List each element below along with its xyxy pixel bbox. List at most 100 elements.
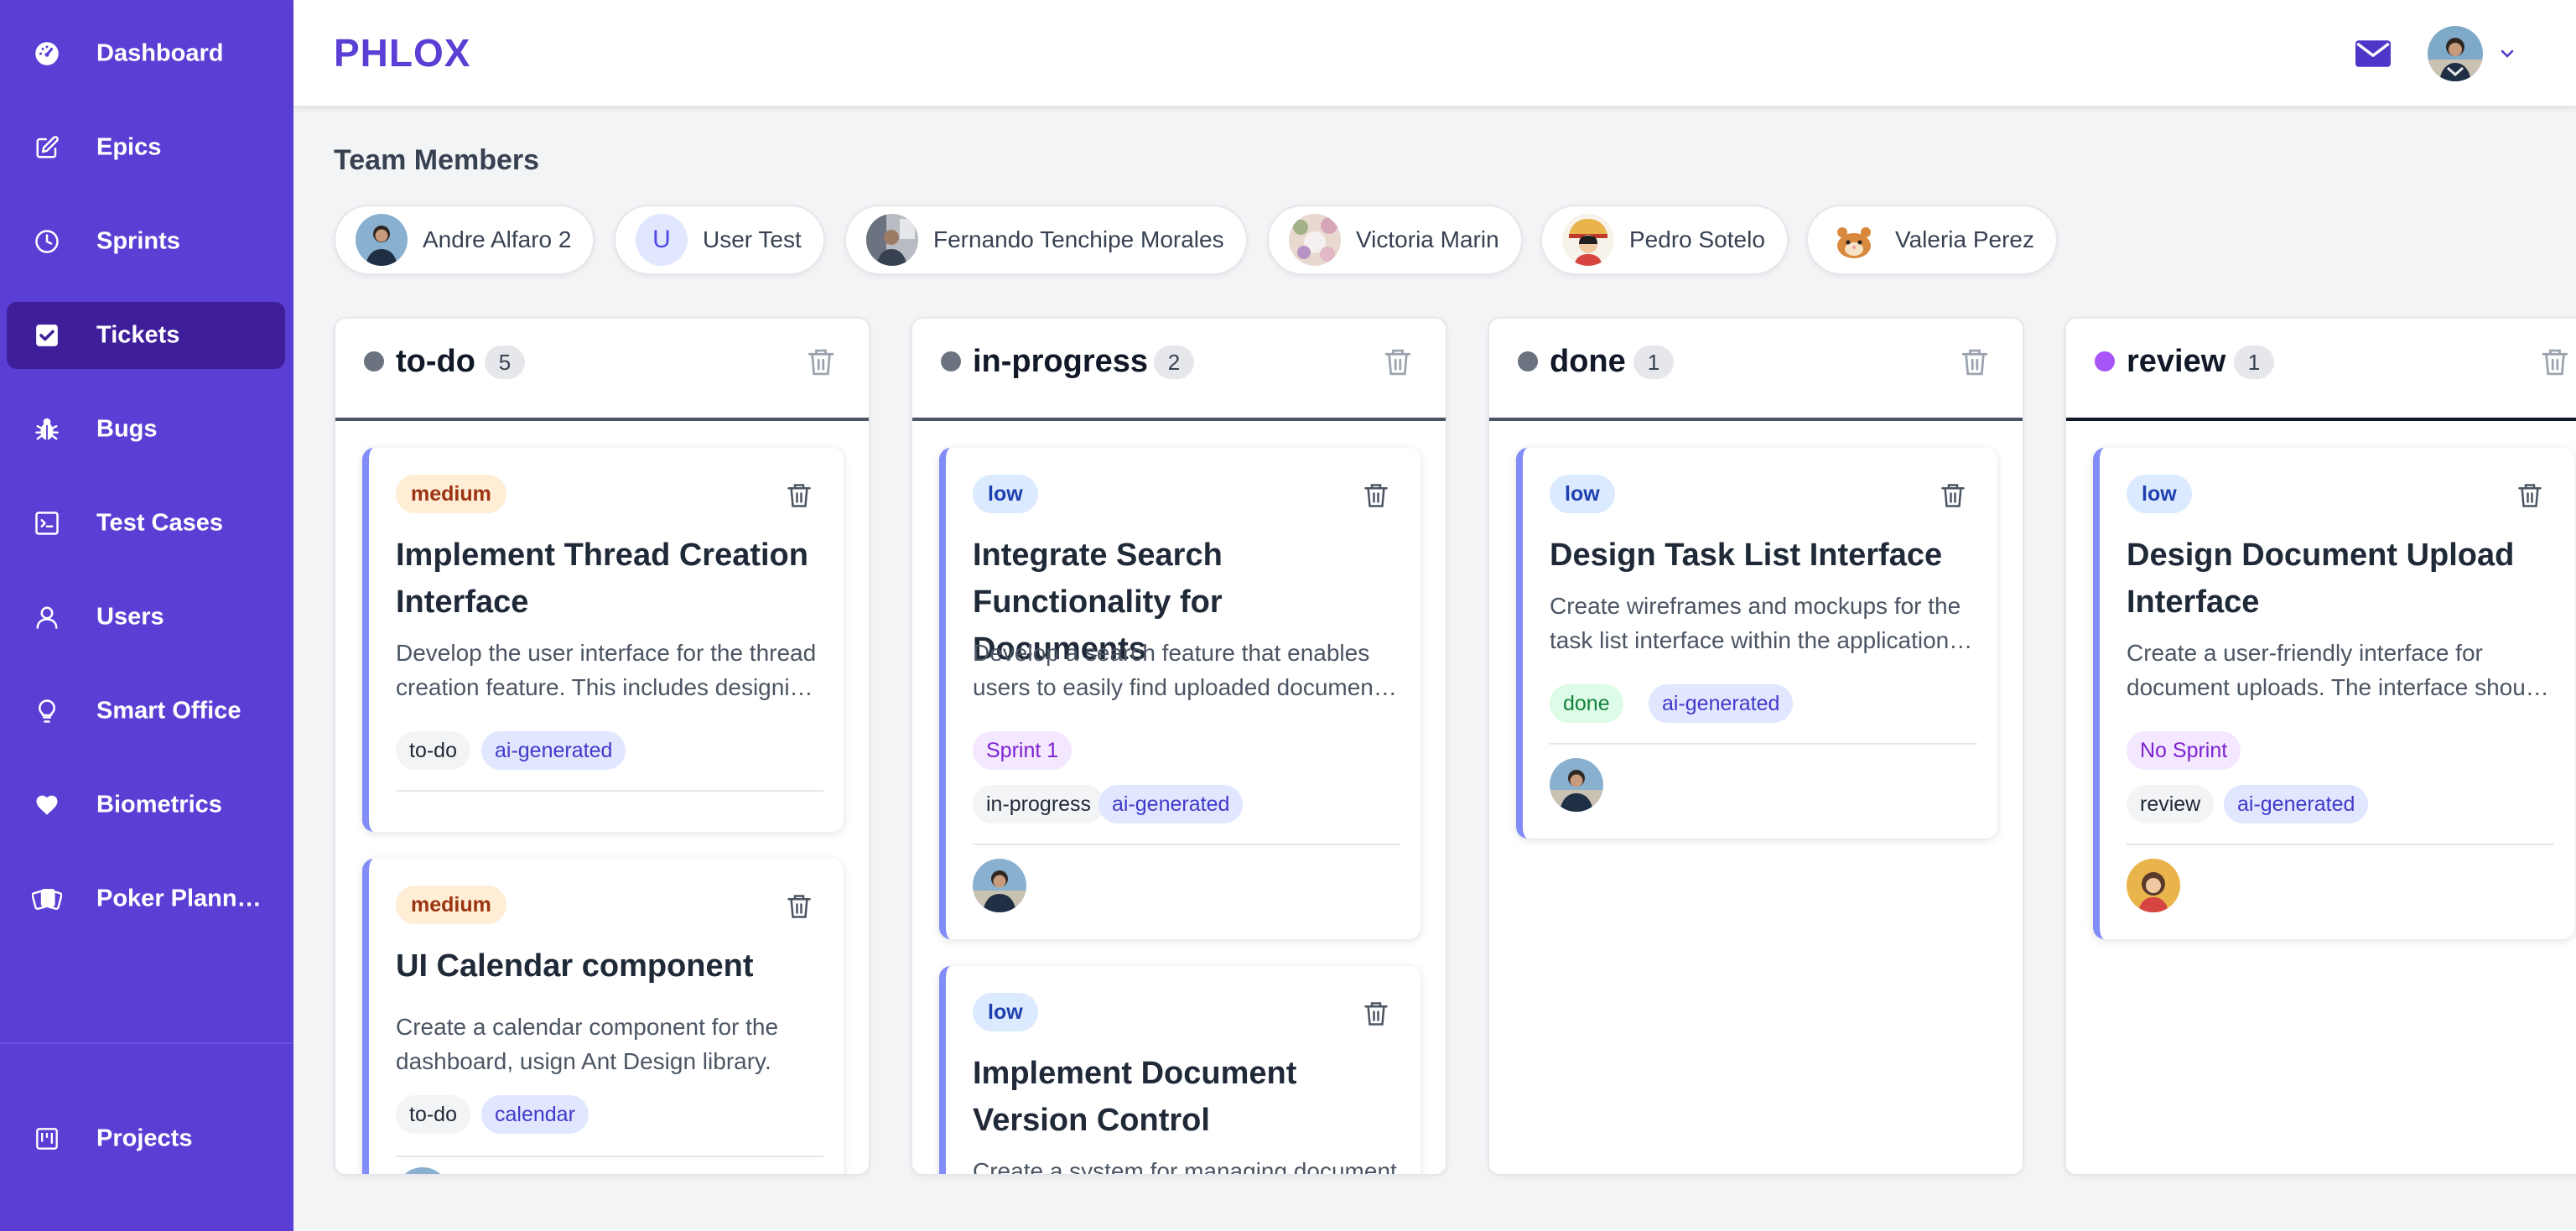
priority-badge: low	[973, 993, 1038, 1031]
priority-badge: medium	[396, 886, 506, 924]
ticket-card[interactable]: low Implement Document Version Control C…	[939, 966, 1420, 1176]
column-count-badge: 1	[2234, 345, 2274, 379]
column-count-badge: 1	[1633, 345, 1674, 379]
sidebar: Dashboard Epics Sprints Tickets Bugs Tes…	[0, 0, 293, 1231]
member-name: Pedro Sotelo	[1629, 226, 1765, 252]
sidebar-item-dashboard[interactable]: Dashboard	[7, 20, 285, 87]
dashboard-icon	[32, 39, 62, 69]
edit-icon	[32, 132, 62, 163]
column-count-badge: 2	[1154, 345, 1194, 379]
app-logo[interactable]: PHLOX	[334, 30, 470, 75]
priority-badge: low	[973, 475, 1038, 513]
sidebar-item-label: Epics	[96, 133, 162, 161]
avatar	[1289, 214, 1341, 266]
label-tag: ai-generated	[1649, 684, 1794, 723]
sidebar-item-label: Projects	[96, 1125, 193, 1152]
member-chip-victoria-marin[interactable]: Victoria Marin	[1267, 205, 1523, 275]
sidebar-divider	[0, 1042, 293, 1044]
trash-icon[interactable]	[807, 347, 835, 377]
column-header: in-progress 2	[912, 319, 1446, 421]
top-header: PHLOX	[293, 0, 2576, 107]
member-name: User Test	[703, 226, 802, 252]
member-chip-user-test[interactable]: U User Test	[614, 205, 825, 275]
label-tag: ai-generated	[481, 731, 626, 770]
trash-icon[interactable]	[1363, 481, 1389, 510]
ticket-title[interactable]: Design Task List Interface	[1550, 532, 1977, 579]
sidebar-item-biometrics[interactable]: Biometrics	[7, 771, 285, 839]
trash-icon[interactable]	[787, 481, 812, 510]
member-name: Andre Alfaro 2	[423, 226, 572, 252]
ticket-title[interactable]: UI Calendar component	[396, 943, 823, 989]
member-chip-valeria-perez[interactable]: Valeria Perez	[1806, 205, 2059, 275]
assignee-avatar[interactable]	[396, 1167, 449, 1174]
card-divider	[1550, 743, 1977, 745]
card-divider	[2127, 844, 2554, 845]
sidebar-item-test-cases[interactable]: Test Cases	[7, 490, 285, 557]
label-tag: calendar	[481, 1095, 589, 1134]
ticket-description: Create a system for managing document ve…	[973, 1158, 1397, 1176]
status-tag: in-progress	[973, 785, 1105, 823]
status-tag: to-do	[396, 1095, 470, 1134]
chevron-down-icon[interactable]	[2497, 44, 2517, 64]
clock-icon	[32, 226, 62, 257]
sidebar-item-smart-office[interactable]: Smart Office	[7, 678, 285, 745]
assignee-avatar[interactable]	[2127, 859, 2180, 912]
ticket-description: Create a user-friendly interface for doc…	[2127, 640, 2544, 700]
assignee-avatar[interactable]	[1550, 758, 1603, 812]
card-divider	[973, 844, 1400, 845]
ticket-title[interactable]: Implement Document Version Control	[973, 1050, 1400, 1144]
ticket-card[interactable]: low Design Task List Interface Create wi…	[1516, 448, 1997, 839]
priority-badge: low	[1550, 475, 1615, 513]
member-chip-pedro-sotelo[interactable]: Pedro Sotelo	[1540, 205, 1789, 275]
member-chip-fernando-tenchipe-morales[interactable]: Fernando Tenchipe Morales	[844, 205, 1248, 275]
ticket-card[interactable]: medium Implement Thread Creation Interfa…	[362, 448, 844, 832]
sidebar-item-label: Sprints	[96, 227, 180, 255]
mail-icon[interactable]	[2355, 35, 2392, 72]
trash-icon[interactable]	[2517, 481, 2542, 510]
status-tag: done	[1550, 684, 1623, 723]
card-divider	[396, 790, 823, 792]
trash-icon[interactable]	[1363, 1000, 1389, 1028]
assignee-avatar[interactable]	[973, 859, 1026, 912]
sidebar-item-sprints[interactable]: Sprints	[7, 208, 285, 275]
sidebar-item-projects[interactable]: Projects	[7, 1105, 285, 1172]
board-column-in-progress: in-progress 2 low Integrate Search Funct…	[911, 317, 1447, 1176]
sidebar-item-label: Bugs	[96, 415, 158, 443]
avatar	[356, 214, 408, 266]
sidebar-item-label: Tickets	[96, 321, 180, 349]
ticket-title[interactable]: Design Document Upload Interface	[2127, 532, 2554, 626]
status-dot	[364, 351, 384, 371]
column-title: to-do	[396, 344, 475, 379]
trash-icon[interactable]	[1384, 347, 1412, 377]
avatar	[866, 214, 918, 266]
ticket-card[interactable]: low Design Document Upload Interface Cre…	[2093, 448, 2574, 939]
trash-icon[interactable]	[787, 892, 812, 921]
status-dot	[1518, 351, 1538, 371]
member-chip-andre-alfaro[interactable]: Andre Alfaro 2	[334, 205, 595, 275]
ticket-card[interactable]: medium UI Calendar component Create a ca…	[362, 859, 844, 1174]
column-title: review	[2127, 344, 2226, 379]
trash-icon[interactable]	[2541, 347, 2569, 377]
sidebar-item-tickets[interactable]: Tickets	[7, 302, 285, 369]
heart-icon	[32, 790, 62, 820]
trash-icon[interactable]	[1961, 347, 1989, 377]
priority-badge: medium	[396, 475, 506, 513]
avatar	[1562, 214, 1614, 266]
sidebar-item-poker-planning[interactable]: Poker Plann…	[7, 865, 285, 932]
ticket-card[interactable]: low Integrate Search Functionality for D…	[939, 448, 1420, 939]
sidebar-item-users[interactable]: Users	[7, 584, 285, 651]
user-avatar[interactable]	[2428, 26, 2483, 81]
sidebar-item-epics[interactable]: Epics	[7, 114, 285, 181]
terminal-icon	[32, 508, 62, 538]
ticket-description: Create a calendar component for the dash…	[396, 1014, 779, 1074]
ticket-title[interactable]: Implement Thread Creation Interface	[396, 532, 823, 626]
trash-icon[interactable]	[1940, 481, 1966, 510]
team-members-title: Team Members	[334, 144, 540, 176]
priority-badge: low	[2127, 475, 2192, 513]
label-tag: ai-generated	[1098, 785, 1244, 823]
sidebar-item-label: Poker Plann…	[96, 885, 262, 912]
avatar	[1828, 214, 1880, 266]
sidebar-item-bugs[interactable]: Bugs	[7, 396, 285, 463]
cards-icon	[32, 884, 62, 914]
column-header: review 1	[2066, 319, 2576, 421]
